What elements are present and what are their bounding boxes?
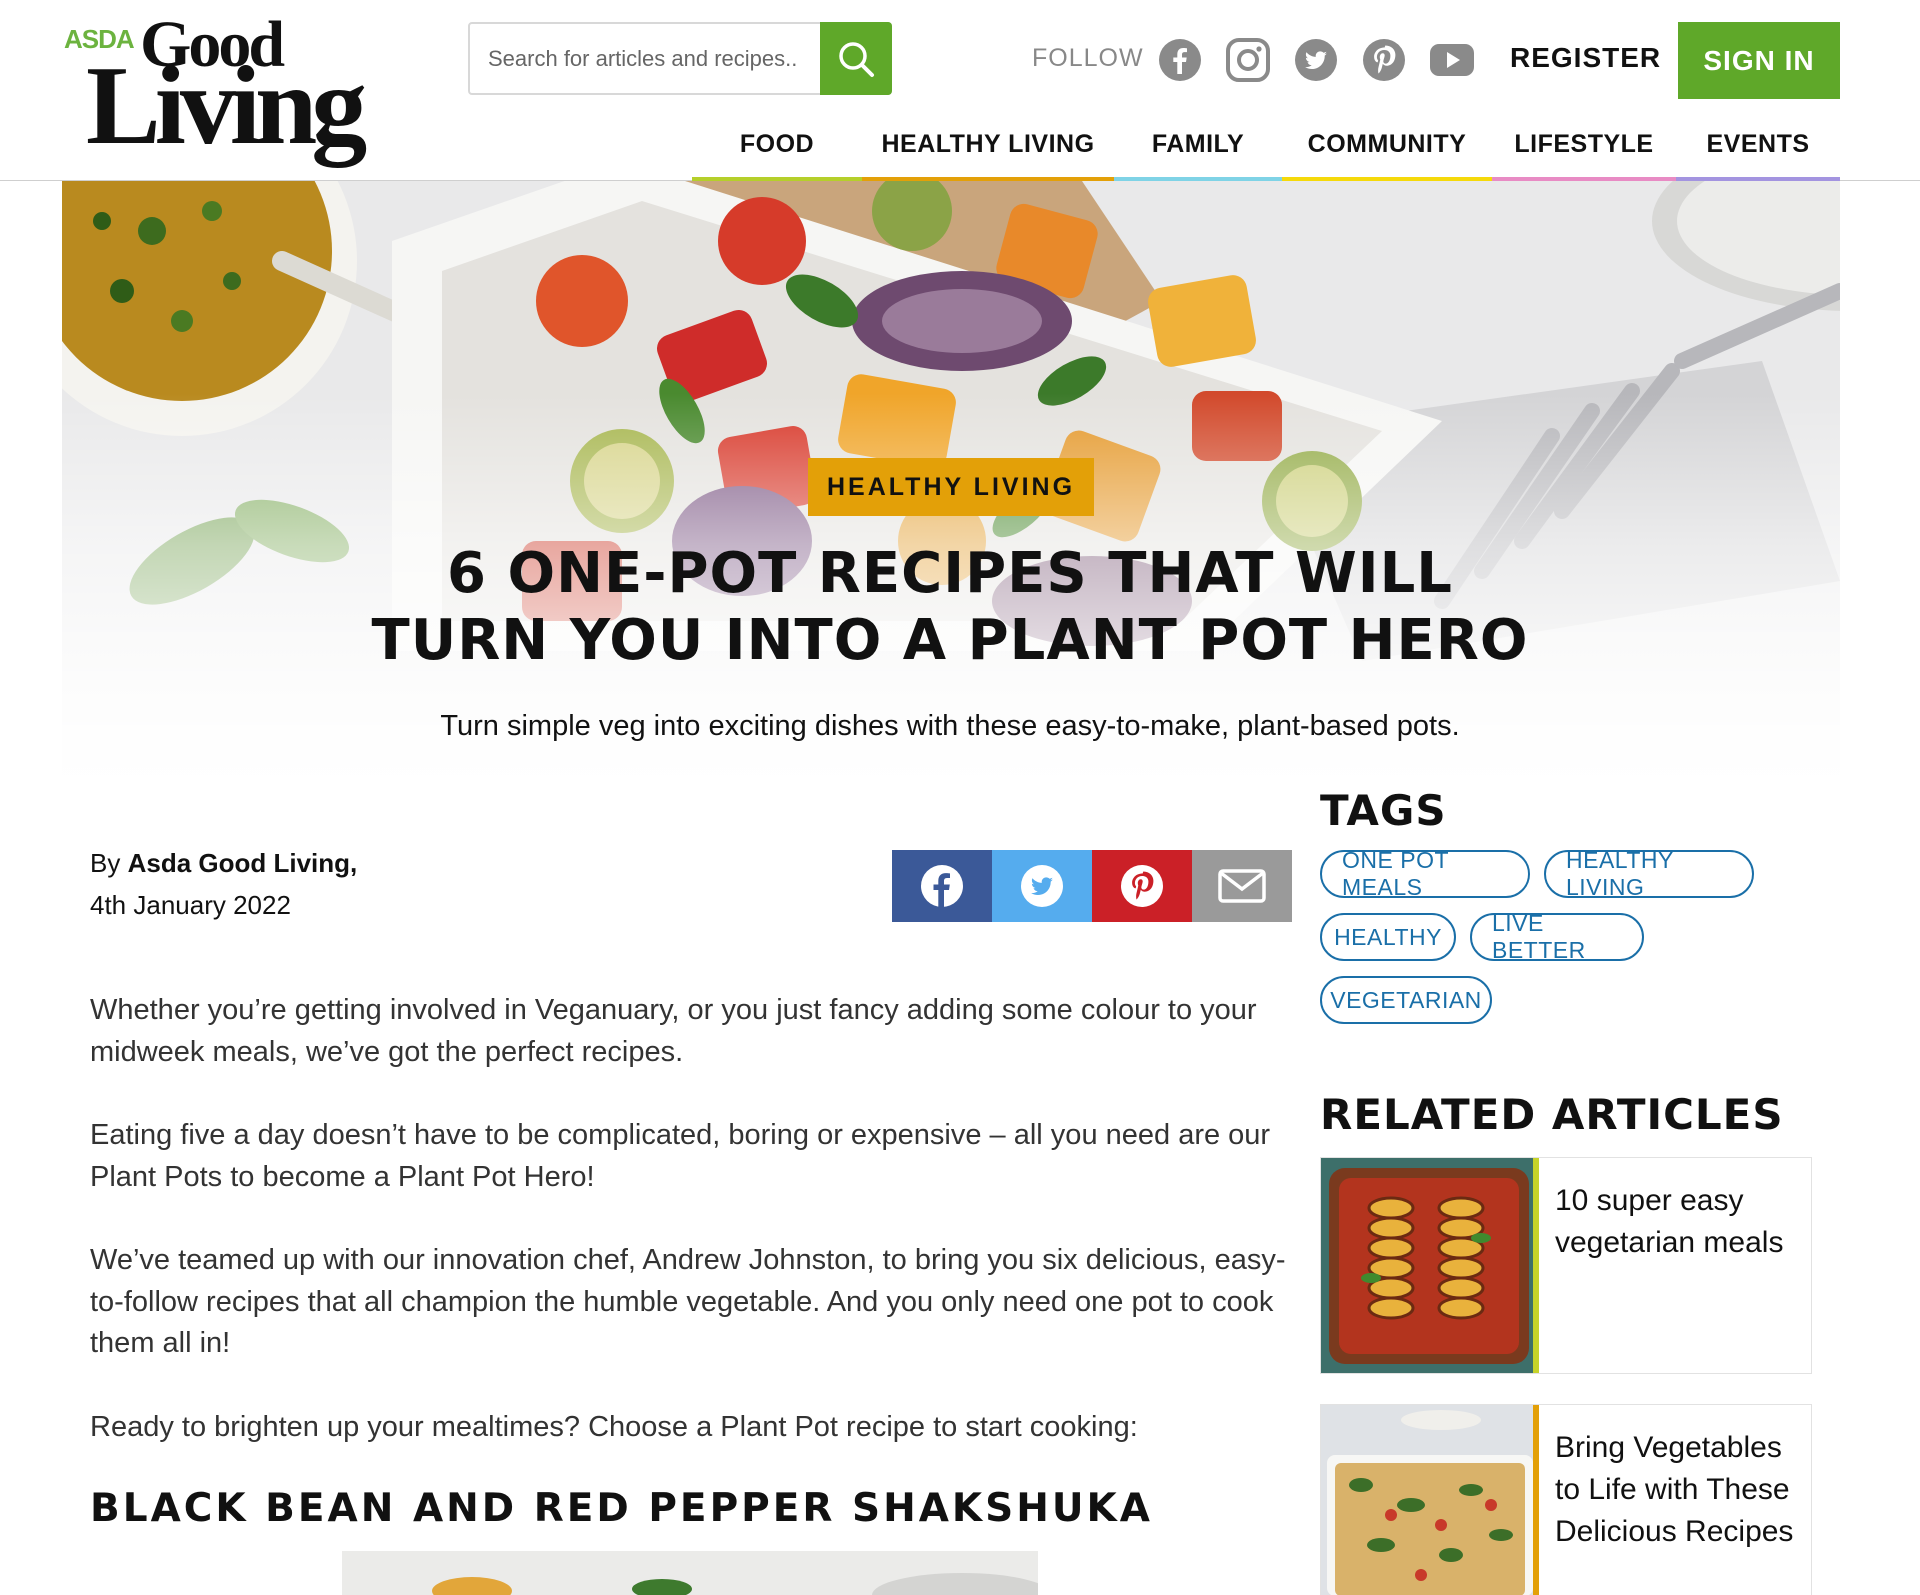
publish-date: 4th January 2022 [90,890,291,920]
nav-item-lifestyle[interactable]: LIFESTYLE [1492,118,1676,182]
related-articles-heading: RELATED ARTICLES [1320,1090,1784,1139]
pinterest-icon[interactable] [1360,36,1408,84]
tags-heading: TAGS [1320,786,1447,835]
article-title: 6 ONE-POT RECIPES THAT WILL TURN YOU INT… [300,540,1600,674]
tag-live-better[interactable]: LIVE BETTER [1470,910,1644,963]
twitter-icon [1021,865,1063,907]
related-article-card[interactable]: 10 super easy vegetarian meals [1320,1157,1812,1374]
tag-vegetarian[interactable]: VEGETARIAN [1320,976,1492,1024]
related-accent-bar [1533,1158,1539,1373]
share-twitter-button[interactable] [992,850,1092,922]
shakshuka-image [342,1551,1038,1595]
nav-item-food[interactable]: FOOD [692,118,862,182]
article-title-line1: 6 ONE-POT RECIPES THAT WILL [447,541,1453,606]
twitter-icon[interactable] [1292,36,1340,84]
nav-item-label: EVENTS [1706,130,1810,158]
paragraph: We’ve teamed up with our innovation chef… [90,1244,1286,1359]
related-article-title[interactable]: 10 super easy vegetarian meals [1555,1180,1805,1264]
register-link[interactable]: REGISTER [1510,42,1661,74]
search-icon [839,41,874,77]
byline-prefix: By [90,848,121,878]
article-subtitle: Turn simple veg into exciting dishes wit… [440,710,1460,742]
instagram-icon[interactable] [1224,36,1272,84]
nav-item-label: HEALTHY LIVING [881,130,1095,158]
nav-item-community[interactable]: COMMUNITY [1282,118,1492,182]
paragraph: Whether you’re getting involved in Vegan… [90,994,1257,1068]
logo-living-text: Living [86,44,367,168]
tag-healthy-living[interactable]: HEALTHY LIVING [1544,847,1754,900]
paragraph: Eating five a day doesn’t have to be com… [90,1119,1271,1193]
pinterest-icon [1121,865,1163,907]
share-bar [892,850,1292,922]
nav-item-events[interactable]: EVENTS [1676,118,1840,182]
search-input[interactable] [470,24,822,93]
paragraph: Ready to brighten up your mealtimes? Cho… [90,1410,1138,1443]
category-badge[interactable]: HEALTHY LIVING [808,458,1094,516]
share-pinterest-button[interactable] [1092,850,1192,922]
author-name[interactable]: Asda Good Living, [128,848,358,878]
article-title-line2: TURN YOU INTO A PLANT POT HERO [371,608,1529,673]
nav-item-label: COMMUNITY [1307,130,1467,158]
site-header: ASDA Good Living FOLLOW REGISTER SIGN IN… [0,0,1920,182]
search-box [468,22,892,95]
follow-label: FOLLOW [1032,44,1144,72]
youtube-icon[interactable] [1428,36,1476,84]
tag-one-pot-meals[interactable]: ONE POT MEALS [1320,847,1530,900]
sign-in-button[interactable]: SIGN IN [1678,22,1840,99]
related-article-title[interactable]: Bring Vegetables to Life with These Deli… [1555,1427,1805,1553]
nav-item-label: FOOD [739,130,815,158]
nav-item-family[interactable]: FAMILY [1114,118,1282,182]
share-facebook-button[interactable] [892,850,992,922]
nav-item-healthy-living[interactable]: HEALTHY LIVING [862,118,1114,182]
byline: By Asda Good Living, 4th January 2022 [90,842,357,926]
email-icon [1218,869,1266,903]
share-email-button[interactable] [1192,850,1292,922]
nav-item-label: FAMILY [1151,130,1245,158]
ratatouille-thumbnail [1321,1158,1539,1373]
facebook-icon [921,865,963,907]
search-button[interactable] [820,22,892,95]
asda-good-living-logo[interactable]: ASDA Good Living [64,12,424,163]
related-accent-bar [1533,1405,1539,1595]
article-body: Whether you’re getting involved in Vegan… [90,990,1290,1490]
tag-healthy[interactable]: HEALTHY [1320,913,1456,961]
related-article-card[interactable]: Bring Vegetables to Life with These Deli… [1320,1404,1812,1595]
recipe-heading: BLACK BEAN AND RED PEPPER SHAKSHUKA [90,1486,1153,1531]
facebook-icon[interactable] [1156,36,1204,84]
pasta-bake-thumbnail [1321,1405,1539,1595]
nav-item-label: LIFESTYLE [1514,130,1654,158]
